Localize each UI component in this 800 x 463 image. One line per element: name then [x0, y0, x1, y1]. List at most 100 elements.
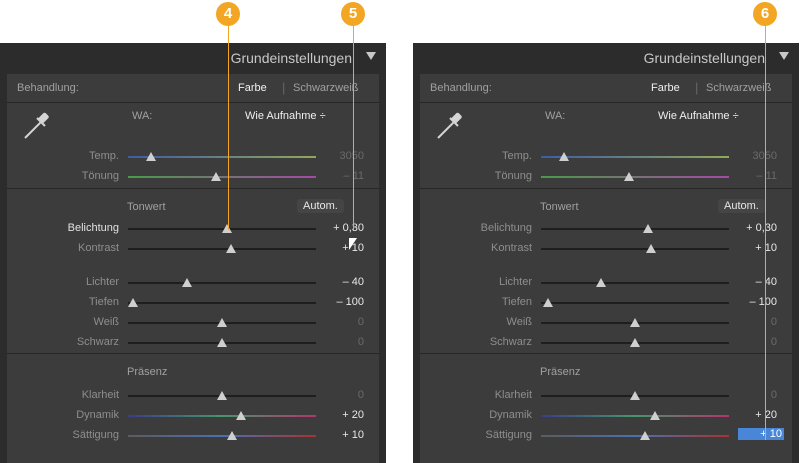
whites-value[interactable]: 0	[725, 316, 777, 328]
temp-slider-handle[interactable]	[559, 152, 569, 161]
contrast-slider-handle[interactable]	[646, 244, 656, 253]
callout-badge-5: 5	[341, 2, 365, 26]
saturation-slider[interactable]	[541, 435, 729, 437]
contrast-value[interactable]: + 10	[725, 242, 777, 254]
highlights-slider[interactable]	[128, 282, 316, 284]
saturation-slider-handle[interactable]	[227, 431, 237, 440]
blacks-value[interactable]: 0	[312, 336, 364, 348]
highlights-value[interactable]: – 40	[312, 276, 364, 288]
whites-value[interactable]: 0	[312, 316, 364, 328]
auto-tone-button[interactable]: Autom.	[718, 199, 765, 213]
contrast-slider-handle[interactable]	[226, 244, 236, 253]
temp-slider-handle[interactable]	[146, 152, 156, 161]
blacks-label: Schwarz	[76, 336, 119, 348]
vibrance-label: Dynamik	[489, 409, 532, 421]
saturation-label: Sättigung	[485, 429, 532, 441]
shadows-slider-handle[interactable]	[543, 298, 553, 307]
saturation-value-field[interactable]: + 10	[738, 428, 784, 440]
collapse-triangle-icon[interactable]	[366, 52, 376, 60]
shadows-slider[interactable]	[541, 302, 729, 304]
panel-body: Behandlung: Farbe | Schwarzweiß WA: Wie …	[420, 74, 792, 463]
shadows-slider-handle[interactable]	[128, 298, 138, 307]
vibrance-slider-handle[interactable]	[236, 411, 246, 420]
whites-label: Weiß	[506, 316, 532, 328]
exposure-slider[interactable]	[541, 228, 729, 230]
temp-slider[interactable]	[541, 156, 729, 158]
saturation-slider[interactable]	[128, 435, 316, 437]
treatment-bw-button[interactable]: Schwarzweiß	[293, 82, 358, 94]
callout-5-line	[353, 22, 354, 230]
treatment-bw-button[interactable]: Schwarzweiß	[706, 82, 771, 94]
wb-select[interactable]: Wie Aufnahme ÷	[658, 110, 739, 122]
shadows-value[interactable]: – 100	[312, 296, 364, 308]
panel-header[interactable]: Grundeinstellungen	[0, 43, 386, 73]
shadows-slider[interactable]	[128, 302, 316, 304]
blacks-slider-handle[interactable]	[217, 338, 227, 347]
clarity-slider-handle[interactable]	[630, 391, 640, 400]
contrast-slider[interactable]	[541, 248, 729, 250]
highlights-slider-handle[interactable]	[596, 278, 606, 287]
clarity-value[interactable]: 0	[725, 389, 777, 401]
tint-slider-handle[interactable]	[211, 172, 221, 181]
eyedropper-button[interactable]	[17, 109, 53, 143]
vibrance-slider[interactable]	[541, 415, 729, 417]
saturation-value[interactable]: + 10	[312, 429, 364, 441]
treatment-label: Behandlung:	[430, 82, 492, 94]
presence-section: Präsenz Klarheit 0 Dynamik + 20 Sättigun…	[7, 354, 379, 463]
treatment-color-button[interactable]: Farbe	[238, 82, 267, 94]
clarity-label: Klarheit	[494, 389, 532, 401]
callout-6-line	[765, 22, 766, 440]
shadows-value[interactable]: – 100	[725, 296, 777, 308]
clarity-slider-handle[interactable]	[217, 391, 227, 400]
tint-label: Tönung	[494, 170, 532, 182]
temp-slider[interactable]	[128, 156, 316, 158]
whites-slider-handle[interactable]	[630, 318, 640, 327]
tint-value[interactable]: – 11	[725, 170, 777, 182]
treatment-label: Behandlung:	[17, 82, 79, 94]
highlights-value[interactable]: – 40	[725, 276, 777, 288]
temp-value[interactable]: 3050	[725, 150, 777, 162]
vibrance-slider[interactable]	[128, 415, 316, 417]
blacks-slider-handle[interactable]	[630, 338, 640, 347]
whites-slider-handle[interactable]	[217, 318, 227, 327]
eyedropper-button[interactable]	[430, 109, 466, 143]
temp-value[interactable]: 3050	[312, 150, 364, 162]
clarity-value[interactable]: 0	[312, 389, 364, 401]
panel-header[interactable]: Grundeinstellungen	[413, 43, 799, 73]
temp-label: Temp.	[89, 150, 119, 162]
eyedropper-icon	[24, 112, 49, 139]
develop-panel-left: Grundeinstellungen Behandlung: Farbe | S…	[0, 43, 386, 463]
tone-section: Tonwert Autom. Belichtung + 0,30 Kontras…	[7, 189, 379, 354]
vibrance-slider-handle[interactable]	[650, 411, 660, 420]
highlights-slider-handle[interactable]	[182, 278, 192, 287]
blacks-label: Schwarz	[489, 336, 532, 348]
treatment-color-button[interactable]: Farbe	[651, 82, 680, 94]
tint-value[interactable]: – 11	[312, 170, 364, 182]
vibrance-value[interactable]: + 20	[312, 409, 364, 421]
exposure-slider-handle[interactable]	[643, 224, 653, 233]
saturation-slider-handle[interactable]	[640, 431, 650, 440]
wb-label: WA:	[132, 110, 153, 122]
temp-label: Temp.	[502, 150, 532, 162]
tint-slider[interactable]	[541, 176, 729, 178]
presence-section: Präsenz Klarheit 0 Dynamik + 20 Sättigun…	[420, 354, 792, 463]
exposure-slider-handle[interactable]	[222, 224, 232, 233]
tint-slider-handle[interactable]	[624, 172, 634, 181]
panel-title: Grundeinstellungen	[643, 50, 765, 66]
wb-select[interactable]: Wie Aufnahme ÷	[245, 110, 326, 122]
panel-title: Grundeinstellungen	[230, 50, 352, 66]
tint-slider[interactable]	[128, 176, 316, 178]
exposure-value[interactable]: + 0,30	[312, 222, 364, 234]
blacks-value[interactable]: 0	[725, 336, 777, 348]
collapse-triangle-icon[interactable]	[779, 52, 789, 60]
exposure-value[interactable]: + 0,30	[725, 222, 777, 234]
auto-tone-button[interactable]: Autom.	[297, 199, 344, 213]
whites-label: Weiß	[93, 316, 119, 328]
callout-badge-4: 4	[216, 2, 240, 26]
eyedropper-icon	[437, 112, 462, 139]
callout-badge-6: 6	[753, 2, 777, 26]
highlights-slider[interactable]	[541, 282, 729, 284]
vibrance-value[interactable]: + 20	[725, 409, 777, 421]
treatment-section: Behandlung: Farbe | Schwarzweiß	[7, 74, 379, 103]
contrast-slider[interactable]	[128, 248, 316, 250]
